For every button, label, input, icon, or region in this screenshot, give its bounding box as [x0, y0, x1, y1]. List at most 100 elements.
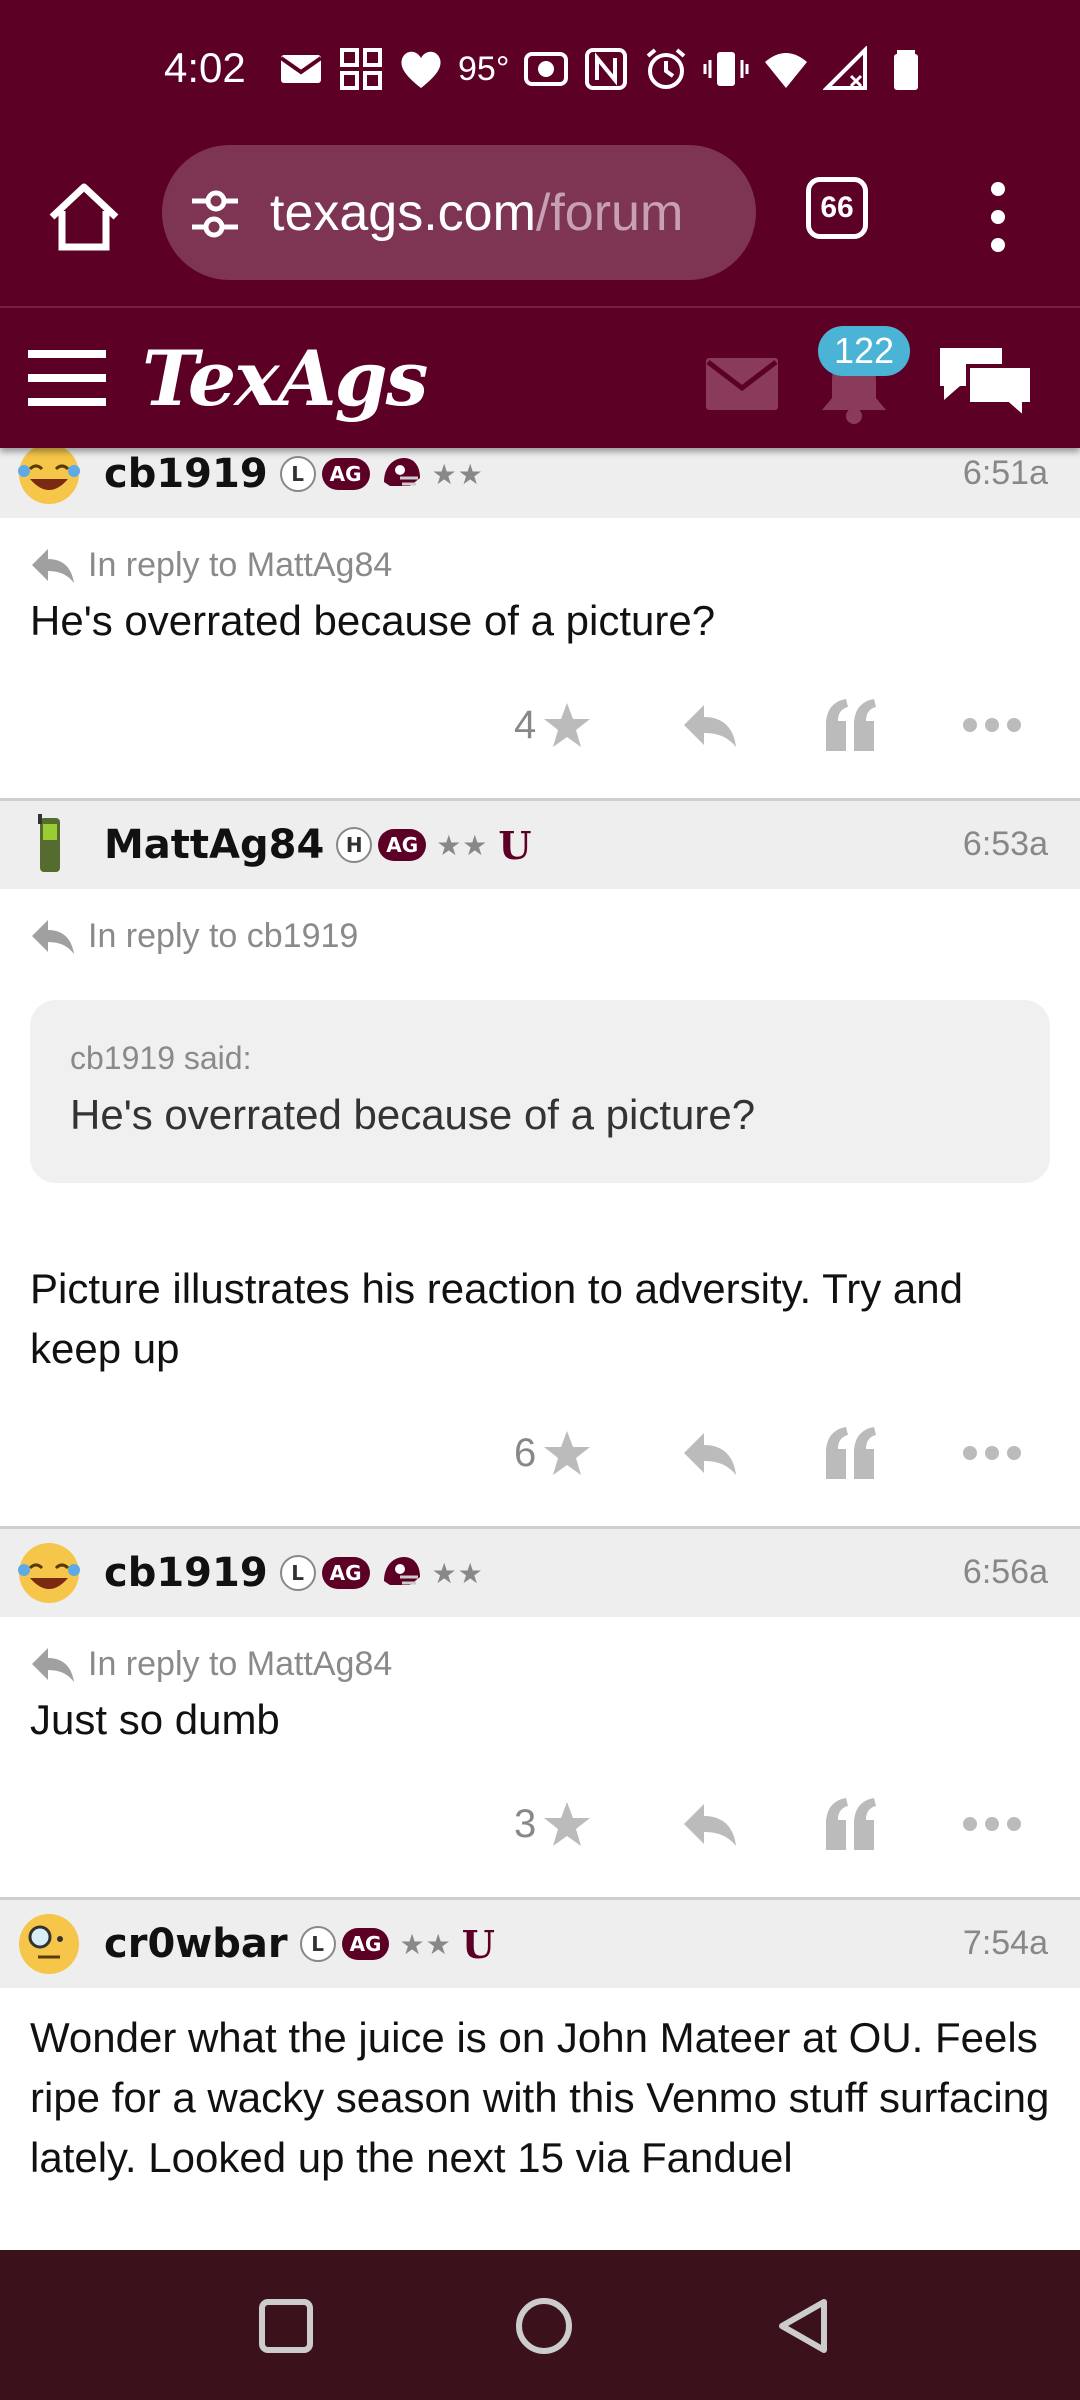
quote-icon[interactable] — [822, 695, 878, 755]
status-bar: 4:02 95° — [0, 0, 1080, 135]
quote-author: cb1919 said: — [70, 1040, 252, 1076]
rating-stars: ★★ — [431, 1556, 484, 1590]
monocle-emoji-avatar[interactable] — [16, 1911, 82, 1977]
reply-reference[interactable]: In reply to MattAg84 — [30, 1617, 1050, 1684]
star-count: 4 — [514, 702, 537, 747]
status-temperature: 95° — [458, 49, 510, 88]
phone-avatar[interactable] — [16, 812, 82, 878]
star-icon — [544, 1802, 591, 1846]
rating-stars: ★★ — [399, 1927, 452, 1961]
post: cb1919 L AG ★★ 6:56a In reply to MattAg8… — [0, 1529, 1080, 1900]
post: MattAg84 H AG ★★ U 6:53a In reply to cb1… — [0, 801, 1080, 1529]
star-count: 3 — [514, 1801, 537, 1846]
home-circle-icon[interactable] — [512, 2294, 576, 2358]
level-badge: L — [279, 456, 316, 492]
quote-text: He's overrated because of a picture? — [70, 1091, 756, 1138]
browser-toolbar: texags.com/forum 66 — [0, 135, 1080, 308]
battery-icon — [894, 50, 919, 90]
post-time[interactable]: 6:53a — [963, 825, 1048, 864]
post-text: Picture illustrates his reaction to adve… — [30, 1265, 963, 1372]
u-badge: U — [461, 1921, 495, 1967]
level-badge: H — [336, 827, 373, 863]
rating-stars: ★★ — [431, 457, 484, 491]
system-navigation-bar — [0, 2250, 1080, 2400]
reply-arrow-icon — [32, 548, 74, 583]
site-logo[interactable]: TexAgs — [142, 334, 428, 423]
laughing-emoji-avatar[interactable] — [16, 441, 82, 507]
post-actions: 4 — [0, 651, 1080, 801]
reply-icon[interactable] — [682, 701, 738, 751]
post: cb1919 L AG ★★ 6:51a In reply to MattAg8… — [0, 430, 1080, 801]
star-score-button[interactable]: 3 — [514, 1800, 592, 1848]
notification-count-badge[interactable]: 122 — [818, 326, 910, 376]
post-body: Wonder what the juice is on John Mateer … — [0, 1988, 1080, 2188]
post-text: Wonder what the juice is on John Mateer … — [30, 2014, 1050, 2181]
reply-reference[interactable]: In reply to MattAg84 — [30, 518, 1050, 585]
quote-icon[interactable] — [822, 1794, 878, 1854]
mail-icon — [279, 55, 323, 83]
nfc-icon — [585, 48, 628, 90]
status-time: 4:02 — [164, 44, 246, 91]
alarm-icon — [647, 48, 686, 89]
ag-badge: AG — [378, 829, 427, 861]
recent-apps-icon[interactable] — [254, 2294, 318, 2358]
post: cr0wbar L AG ★★ U 7:54a Wonder what the … — [0, 1900, 1080, 2188]
star-icon — [544, 1431, 591, 1475]
post-header: cb1919 L AG ★★ 6:56a — [0, 1529, 1080, 1617]
post-body: In reply to MattAg84 Just so dumb — [0, 1617, 1080, 1750]
back-triangle-icon[interactable] — [772, 2294, 836, 2358]
star-icon — [544, 703, 591, 747]
username[interactable]: cb1919 — [104, 451, 268, 497]
post-header: MattAg84 H AG ★★ U 6:53a — [0, 801, 1080, 889]
reply-arrow-icon — [32, 1647, 74, 1682]
site-header: TexAgs 122 — [0, 308, 1080, 448]
camera-icon — [524, 52, 569, 86]
tab-switcher-button[interactable]: 66 — [806, 177, 868, 239]
site-settings-icon[interactable] — [188, 189, 240, 239]
address-bar[interactable]: texags.com/forum — [162, 145, 756, 280]
star-count: 6 — [514, 1430, 537, 1475]
heart-icon — [401, 51, 441, 88]
reply-icon[interactable] — [682, 1800, 738, 1850]
post-body: In reply to cb1919 cb1919 said: He's ove… — [0, 889, 1080, 1379]
reply-reference[interactable]: In reply to cb1919 — [30, 889, 1050, 956]
quote-block: cb1919 said: He's overrated because of a… — [30, 1000, 1050, 1183]
reply-icon[interactable] — [682, 1429, 738, 1479]
level-badge: L — [279, 1555, 316, 1591]
chat-icon[interactable] — [936, 342, 1036, 422]
post-time[interactable]: 6:56a — [963, 1553, 1048, 1592]
post-time[interactable]: 6:51a — [963, 454, 1048, 493]
reply-to-text: In reply to MattAg84 — [88, 1645, 393, 1683]
more-icon[interactable] — [962, 715, 1022, 735]
thread-feed[interactable]: cb1919 L AG ★★ 6:51a In reply to MattAg8… — [0, 430, 1080, 2250]
hamburger-menu-icon[interactable] — [28, 348, 106, 408]
helmet-icon — [383, 1557, 420, 1585]
username[interactable]: MattAg84 — [104, 822, 324, 868]
url-text: texags.com/forum — [270, 183, 683, 243]
username[interactable]: cb1919 — [104, 1550, 268, 1596]
laughing-emoji-avatar[interactable] — [16, 1540, 82, 1606]
post-body: In reply to MattAg84 He's overrated beca… — [0, 518, 1080, 651]
url-domain: texags.com — [270, 184, 536, 242]
reply-to-text: In reply to cb1919 — [88, 917, 359, 955]
post-actions: 6 — [0, 1379, 1080, 1529]
signal-icon — [823, 46, 868, 90]
quote-icon[interactable] — [822, 1423, 878, 1483]
reply-arrow-icon — [32, 919, 74, 954]
level-badge: L — [299, 1926, 336, 1962]
post-actions: 3 — [0, 1750, 1080, 1900]
more-options-icon[interactable] — [978, 177, 1018, 257]
post-time[interactable]: 7:54a — [963, 1924, 1048, 1963]
url-path: /forum — [535, 184, 684, 242]
post-header: cr0wbar L AG ★★ U 7:54a — [0, 1900, 1080, 1988]
grid-icon — [340, 48, 382, 90]
star-score-button[interactable]: 4 — [514, 701, 592, 749]
ag-badge: AG — [321, 458, 370, 490]
home-icon[interactable] — [44, 177, 124, 257]
messages-icon[interactable] — [706, 358, 778, 410]
more-icon[interactable] — [962, 1814, 1022, 1834]
star-score-button[interactable]: 6 — [514, 1429, 592, 1477]
username[interactable]: cr0wbar — [104, 1921, 288, 1967]
more-icon[interactable] — [962, 1443, 1022, 1463]
post-text: He's overrated because of a picture? — [30, 597, 716, 644]
